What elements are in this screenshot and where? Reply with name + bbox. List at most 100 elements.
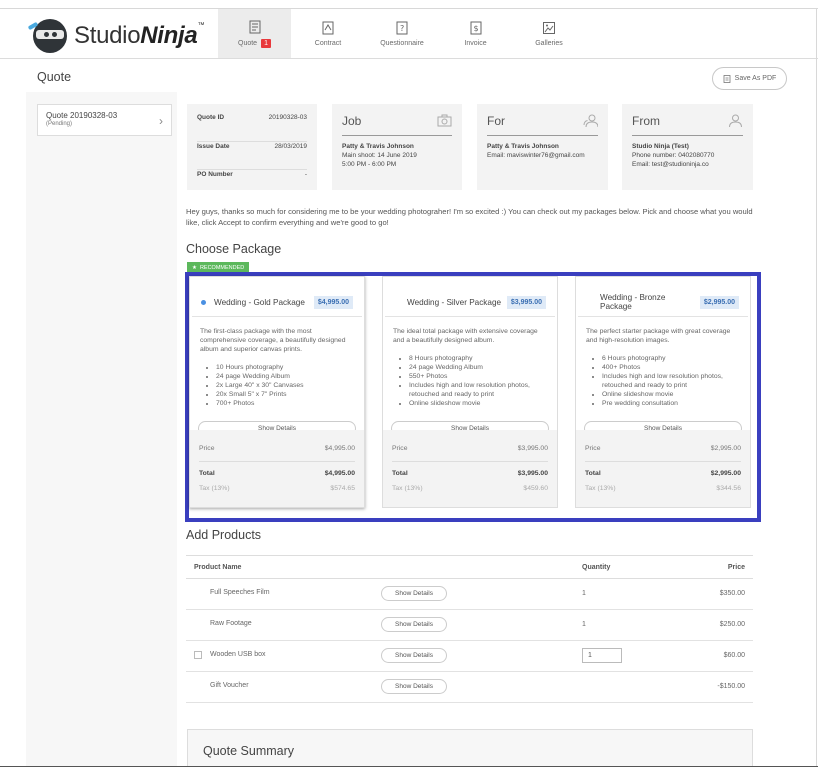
nav-invoice[interactable]: $ Invoice [439,9,512,58]
package-card-silver[interactable]: Wedding - Silver Package $3,995.00 The i… [382,276,558,508]
top-header: StudioNinja™ Quote 1 Contract ? Questionn… [0,9,818,59]
package-feature: Includes high and low resolution photos,… [409,381,547,399]
package-name: Wedding - Silver Package [407,297,502,307]
total-value: $3,995.00 [517,470,548,477]
svg-text:?: ? [400,24,404,33]
product-quantity: 1 [582,621,586,628]
table-row: Gift Voucher Show Details -$150.00 [186,672,753,703]
for-card-title: For [487,114,505,128]
save-as-pdf-button[interactable]: Save As PDF [712,67,787,90]
quote-summary-panel: Quote Summary [187,729,753,767]
package-description: The ideal total package with extensive c… [393,328,538,344]
top-nav: Quote 1 Contract ? Questionnaire $ Invoic… [218,9,586,58]
invoice-icon: $ [470,21,481,34]
questionnaire-icon: ? [396,21,408,34]
from-email: Email: test@studioninja.co [632,161,709,168]
show-details-button[interactable]: Show Details [381,679,447,694]
product-price: $60.00 [723,652,745,659]
col-price: Price [727,563,745,571]
job-card-title: Job [342,114,362,128]
quote-details-card: Quote ID 20190328-03 Issue Date 28/03/2019… [187,104,317,190]
svg-text:$: $ [473,24,478,33]
package-feature: Online slideshow movie [602,390,740,399]
from-card-title: From [632,114,660,128]
nav-quote[interactable]: Quote 1 [218,9,291,58]
package-card-gold[interactable]: Wedding - Gold Package $4,995.00 The fir… [189,276,365,508]
price-value: $3,995.00 [517,445,548,452]
package-radio[interactable] [394,300,399,305]
col-quantity: Quantity [582,563,611,571]
product-checkbox[interactable] [194,651,202,659]
total-label: Total [199,470,215,477]
add-products-title: Add Products [186,528,262,542]
tax-label: Tax (13%) [585,485,616,492]
package-radio[interactable] [587,300,592,305]
package-description: The perfect starter package with great c… [586,328,731,344]
quantity-input[interactable]: 1 [582,648,622,663]
product-quantity: 1 [582,590,586,597]
for-client-name: Patty & Travis Johnson [487,143,559,150]
job-time: 5:00 PM - 6:00 PM [342,161,397,168]
galleries-icon [543,21,555,34]
package-feature: Includes high and low resolution photos,… [602,372,740,390]
package-feature: 400+ Photos [602,363,740,372]
package-feature: 550+ Photos [409,372,547,381]
product-price: -$150.00 [717,683,745,690]
package-feature: 8 Hours photography [409,354,547,363]
contract-icon [322,21,334,34]
show-details-button[interactable]: Show Details [381,617,447,632]
users-icon [583,114,598,128]
chevron-right-icon: › [159,114,163,128]
job-client-name: Patty & Travis Johnson [342,143,414,150]
nav-contract[interactable]: Contract [291,9,365,58]
ninja-logo-icon [27,19,67,53]
price-value: $4,995.00 [324,445,355,452]
nav-contract-label: Contract [314,39,342,47]
save-as-pdf-label: Save As PDF [734,75,777,82]
package-card-bronze[interactable]: Wedding - Bronze Package $2,995.00 The p… [575,276,751,508]
price-label: Price [585,445,601,452]
product-price: $350.00 [719,590,745,597]
nav-questionnaire-label: Questionnaire [380,39,424,47]
tax-value: $344.56 [716,485,741,492]
studio-ninja-logo[interactable]: StudioNinja™ [27,19,205,53]
tax-label: Tax (13%) [392,485,423,492]
show-details-button[interactable]: Show Details [381,586,447,601]
quote-message: Hey guys, thanks so much for considering… [186,207,753,227]
nav-quote-label: Quote [238,39,258,47]
tax-label: Tax (13%) [199,485,230,492]
show-details-button[interactable]: Show Details [381,648,447,663]
nav-invoice-label: Invoice [464,39,487,47]
nav-quote-badge: 1 [261,38,271,48]
choose-package-title: Choose Package [186,242,282,256]
tax-value: $459.60 [523,485,548,492]
quote-list-name: Quote 20190328-03 [46,111,118,120]
package-feature: 700+ Photos [216,399,354,408]
col-product-name: Product Name [194,563,242,571]
package-feature: 20x Small 5" x 7" Prints [216,390,354,399]
for-card: For Patty & Travis Johnson Email: mavisw… [477,104,608,190]
quote-list-status: (Pending) [46,121,73,127]
price-label: Price [199,445,215,452]
package-feature: Pre wedding consultation [602,399,740,408]
logo-wordmark: StudioNinja™ [74,22,205,49]
quote-list-item[interactable]: Quote 20190328-03 (Pending) › [37,104,172,136]
star-icon: ★ [192,265,197,271]
table-row: Raw Footage Show Details 1 $250.00 [186,610,753,641]
user-icon [729,114,742,128]
job-main-shoot: Main shoot: 14 June 2019 [342,152,417,159]
total-label: Total [585,470,601,477]
table-row: Full Speeches Film Show Details 1 $350.0… [186,579,753,610]
nav-galleries[interactable]: Galleries [512,9,586,58]
products-table: Product Name Quantity Price Full Speeche… [186,555,753,703]
package-feature: Online slideshow movie [409,399,547,408]
total-value: $4,995.00 [324,470,355,477]
nav-galleries-label: Galleries [535,39,563,47]
product-name: Wooden USB box [210,651,266,658]
quote-icon [249,20,260,33]
package-radio-selected[interactable] [201,299,206,305]
nav-questionnaire[interactable]: ? Questionnaire [365,9,439,58]
package-name: Wedding - Bronze Package [600,293,666,311]
product-name: Gift Voucher [210,682,249,689]
from-phone: Phone number: 0402080770 [632,152,715,159]
